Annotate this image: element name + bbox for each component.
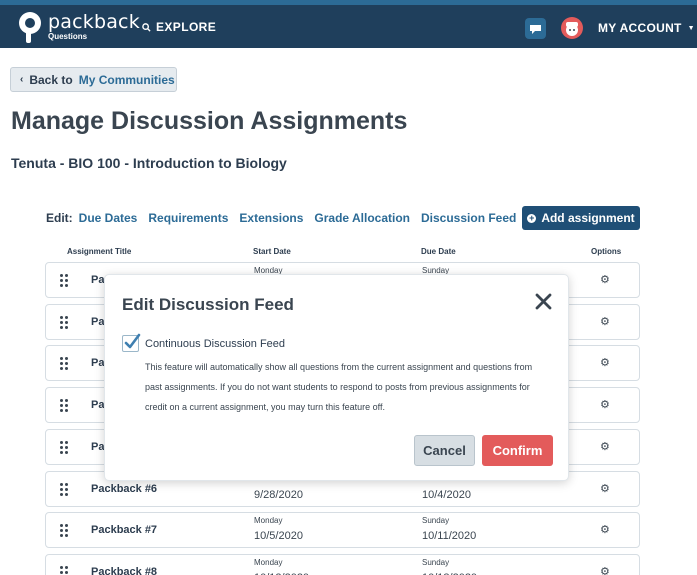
assignment-title: Pa <box>91 274 105 286</box>
cancel-button[interactable]: Cancel <box>414 435 475 466</box>
drag-handle-icon[interactable] <box>60 524 68 537</box>
due-date: 10/11/2020 <box>422 530 477 542</box>
assignment-title: Packback #8 <box>91 566 158 575</box>
start-day: Monday <box>254 516 283 525</box>
table-row[interactable]: Packback #8Monday10/12/2020Sunday10/18/2… <box>45 554 640 575</box>
gear-icon[interactable]: ⚙ <box>600 398 610 411</box>
modal-title: Edit Discussion Feed <box>122 295 294 314</box>
gear-icon[interactable]: ⚙ <box>600 482 610 495</box>
notification-icon[interactable] <box>525 18 546 39</box>
start-date: 10/5/2020 <box>254 530 303 542</box>
gear-icon[interactable]: ⚙ <box>600 315 610 328</box>
edit-discussion-feed-modal: Edit Discussion Feed Continuous Discussi… <box>104 274 569 481</box>
start-date: 9/28/2020 <box>254 489 303 501</box>
assignment-title: Pa <box>91 316 105 328</box>
due-day: Sunday <box>422 516 450 525</box>
packback-logo-icon[interactable] <box>17 11 43 45</box>
add-assignment-label: Add assignment <box>541 211 635 225</box>
edit-discussion-feed-link[interactable]: Discussion Feed <box>421 211 516 225</box>
chevron-left-icon: ‹ <box>20 74 24 85</box>
top-navbar: packback Questions EXPLORE MY ACCOUNT ▼ <box>0 0 697 48</box>
assignment-title: Packback #6 <box>91 483 158 495</box>
edit-label: Edit: <box>46 211 73 225</box>
drag-handle-icon[interactable] <box>60 483 68 496</box>
my-account-menu[interactable]: MY ACCOUNT ▼ <box>598 21 695 35</box>
assignment-title: Packback #7 <box>91 524 158 536</box>
user-avatar-icon[interactable] <box>561 17 583 39</box>
assignment-title: Pa <box>91 441 105 453</box>
column-header-options: Options <box>591 247 622 256</box>
drag-handle-icon[interactable] <box>60 566 68 575</box>
due-day: Sunday <box>422 558 450 567</box>
explore-label: EXPLORE <box>156 20 217 34</box>
gear-icon[interactable]: ⚙ <box>600 523 610 536</box>
drag-handle-icon[interactable] <box>60 316 68 329</box>
brand-name[interactable]: packback <box>48 12 140 32</box>
start-day: Monday <box>254 558 283 567</box>
page-title: Manage Discussion Assignments <box>11 107 408 135</box>
checkmark-icon <box>124 333 141 349</box>
edit-requirements-link[interactable]: Requirements <box>148 211 228 225</box>
continuous-feed-checkbox[interactable] <box>122 333 141 352</box>
drag-handle-icon[interactable] <box>60 441 68 454</box>
caret-down-icon: ▼ <box>687 24 695 32</box>
column-header-title: Assignment Title <box>67 247 132 256</box>
edit-extensions-link[interactable]: Extensions <box>239 211 303 225</box>
table-row[interactable]: Packback #7 Monday 10/5/2020 Sunday 10/11/20… <box>45 512 640 548</box>
drag-handle-icon[interactable] <box>60 399 68 412</box>
back-to-communities-button[interactable]: ‹ Back to My Communities <box>10 67 177 92</box>
explore-link[interactable]: EXPLORE <box>142 20 216 34</box>
edit-grade-allocation-link[interactable]: Grade Allocation <box>314 211 410 225</box>
feature-description: This feature will automatically show all… <box>145 362 533 412</box>
back-prefix: Back to <box>29 72 73 87</box>
plus-circle-icon: + <box>527 212 537 223</box>
add-assignment-button[interactable]: + Add assignment <box>522 206 640 230</box>
my-account-label: MY ACCOUNT <box>598 21 682 35</box>
back-link-text: My Communities <box>78 72 175 87</box>
close-icon[interactable] <box>534 292 554 312</box>
assignment-title: Pa <box>91 399 105 411</box>
search-icon <box>142 22 151 32</box>
gear-icon[interactable]: ⚙ <box>600 440 610 453</box>
edit-links-bar: Edit: Due Dates Requirements Extensions … <box>46 211 527 225</box>
due-date: 10/4/2020 <box>422 489 471 501</box>
gear-icon[interactable]: ⚙ <box>600 565 610 575</box>
assignment-title: Pa <box>91 357 105 369</box>
checkbox-label: Continuous Discussion Feed <box>145 338 286 350</box>
column-header-due-date: Due Date <box>421 247 456 256</box>
confirm-button[interactable]: Confirm <box>482 435 553 466</box>
course-title: Tenuta - BIO 100 - Introduction to Biolo… <box>11 155 287 171</box>
edit-due-dates-link[interactable]: Due Dates <box>79 211 138 225</box>
drag-handle-icon[interactable] <box>60 274 68 287</box>
drag-handle-icon[interactable] <box>60 357 68 370</box>
brand-subtitle: Questions <box>48 32 88 41</box>
column-header-start-date: Start Date <box>253 247 291 256</box>
gear-icon[interactable]: ⚙ <box>600 356 610 369</box>
gear-icon[interactable]: ⚙ <box>600 273 610 286</box>
